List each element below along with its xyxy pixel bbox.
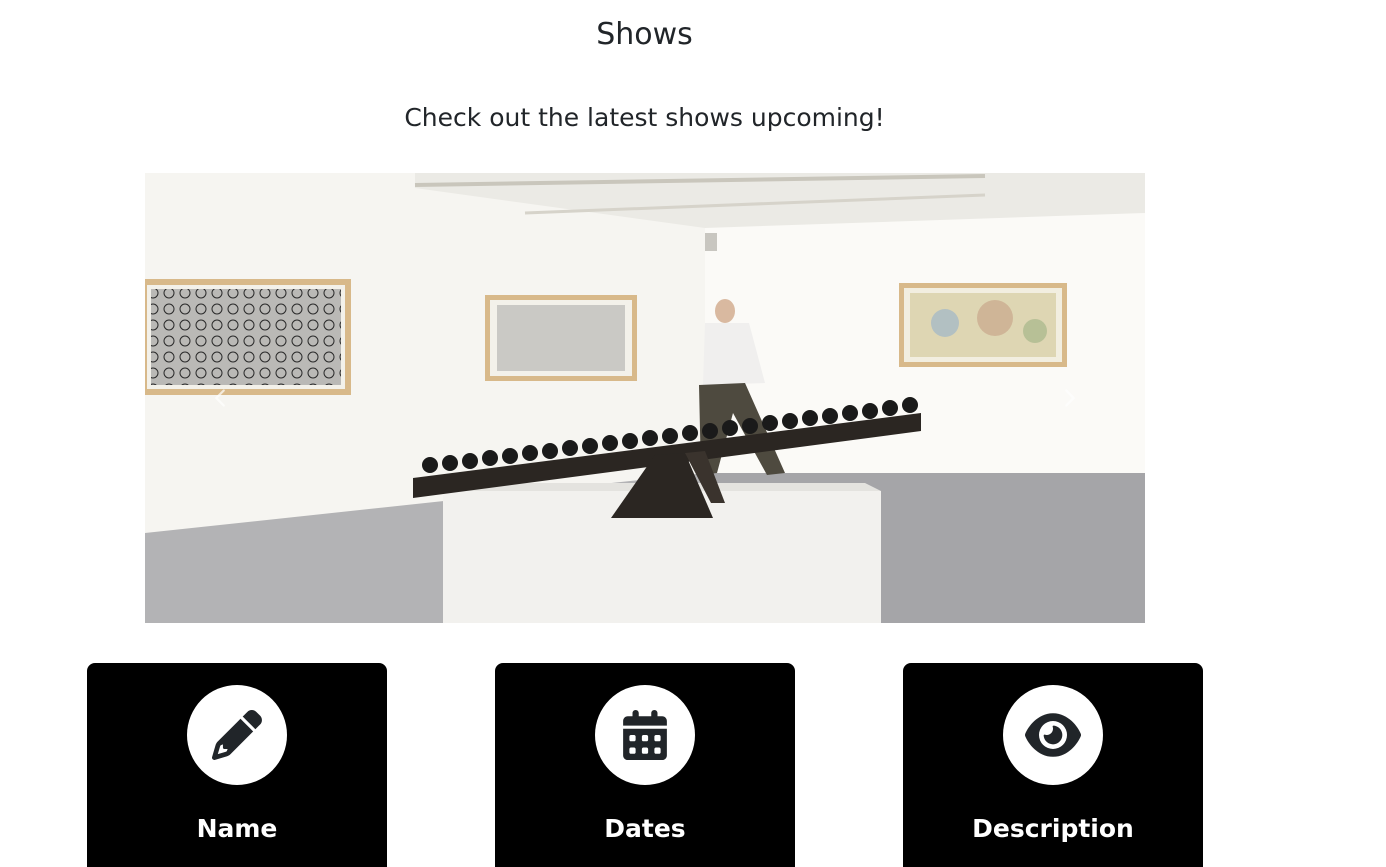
card-dates[interactable]: Dates [495, 663, 795, 867]
card-icon-badge [187, 685, 287, 785]
pencil-icon [212, 710, 262, 760]
page-title: Shows [596, 17, 693, 52]
card-description[interactable]: Description [903, 663, 1203, 867]
page-subtitle: Check out the latest shows upcoming! [404, 103, 885, 132]
eye-icon [1025, 713, 1081, 757]
calendar-icon [623, 710, 667, 760]
chevron-right-icon [1065, 389, 1075, 407]
shows-carousel[interactable] [145, 173, 1145, 623]
card-icon-badge [1003, 685, 1103, 785]
shows-page: Shows Check out the latest shows upcomin… [0, 0, 1386, 867]
chevron-left-icon [215, 389, 225, 407]
card-label: Description [972, 814, 1134, 843]
carousel-next-button[interactable] [995, 173, 1145, 623]
card-label: Dates [604, 814, 686, 843]
carousel-prev-button[interactable] [145, 173, 295, 623]
card-name[interactable]: Name [87, 663, 387, 867]
card-label: Name [196, 814, 278, 843]
card-icon-badge [595, 685, 695, 785]
